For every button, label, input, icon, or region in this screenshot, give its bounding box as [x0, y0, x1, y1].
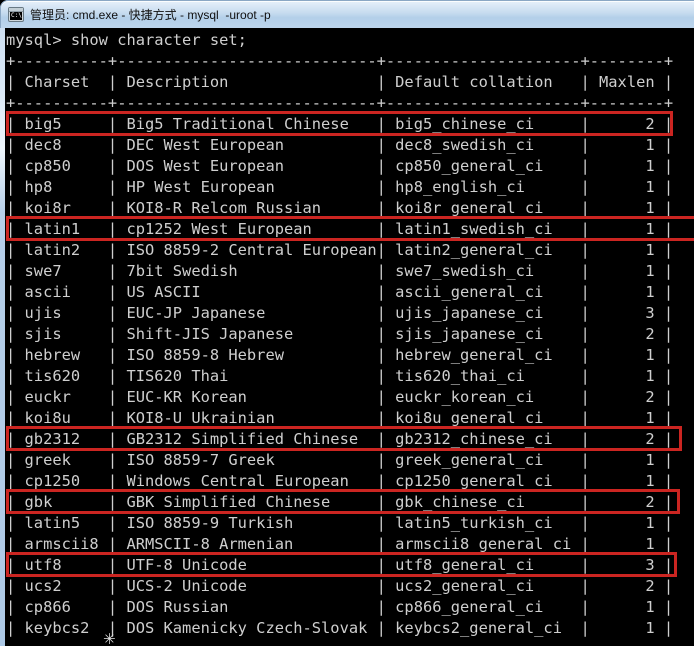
cmd-window: C:\. 管理员: cmd.exe - 快捷方式 - mysql -uroot …: [0, 0, 694, 646]
console-line: | ascii | US ASCII | ascii_general_ci | …: [6, 282, 694, 303]
console-line: | ucs2 | UCS-2 Unicode | ucs2_general_ci…: [6, 576, 694, 597]
highlight-box-utf8: [6, 552, 677, 577]
console-line: | ujis | EUC-JP Japanese | ujis_japanese…: [6, 303, 694, 324]
console-line: | swe7 | 7bit Swedish | swe7_swedish_ci …: [6, 261, 694, 282]
console-line: | greek | ISO 8859-7 Greek | greek_gener…: [6, 450, 694, 471]
console-line: | dec8 | DEC West European | dec8_swedis…: [6, 135, 694, 156]
console-line: mysql> show character set;: [6, 30, 694, 51]
highlight-box-big5: [6, 111, 673, 136]
console-line: | tis620 | TIS620 Thai | tis620_thai_ci …: [6, 366, 694, 387]
highlight-box-gb2312: [6, 426, 682, 451]
highlight-box-gbk: [6, 489, 680, 514]
console-line: | euckr | EUC-KR Korean | euckr_korean_c…: [6, 387, 694, 408]
console-line: | latin2 | ISO 8859-2 Central European| …: [6, 240, 694, 261]
console-line: | cp850 | DOS West European | cp850_gene…: [6, 156, 694, 177]
console-line: | sjis | Shift-JIS Japanese | sjis_japan…: [6, 324, 694, 345]
console-line: | latin5 | ISO 8859-9 Turkish | latin5_t…: [6, 513, 694, 534]
console-output[interactable]: mysql> show character set;+----------+--…: [5, 28, 694, 646]
console-line: | Charset | Description | Default collat…: [6, 72, 694, 93]
highlight-box-latin1: [6, 216, 694, 241]
cmd-icon[interactable]: C:\.: [8, 7, 24, 22]
console-line: | cp866 | DOS Russian | cp866_general_ci…: [6, 597, 694, 618]
console-line: | hebrew | ISO 8859-8 Hebrew | hebrew_ge…: [6, 345, 694, 366]
window-title: 管理员: cmd.exe - 快捷方式 - mysql -uroot -p: [30, 6, 271, 23]
console-line: | hp8 | HP West European | hp8_english_c…: [6, 177, 694, 198]
console-line: +----------+----------------------------…: [6, 51, 694, 72]
mouse-cursor-mark: ✳: [103, 630, 116, 646]
cmd-icon-prompt-text: C:\.: [10, 12, 22, 20]
titlebar[interactable]: C:\. 管理员: cmd.exe - 快捷方式 - mysql -uroot …: [0, 0, 694, 28]
